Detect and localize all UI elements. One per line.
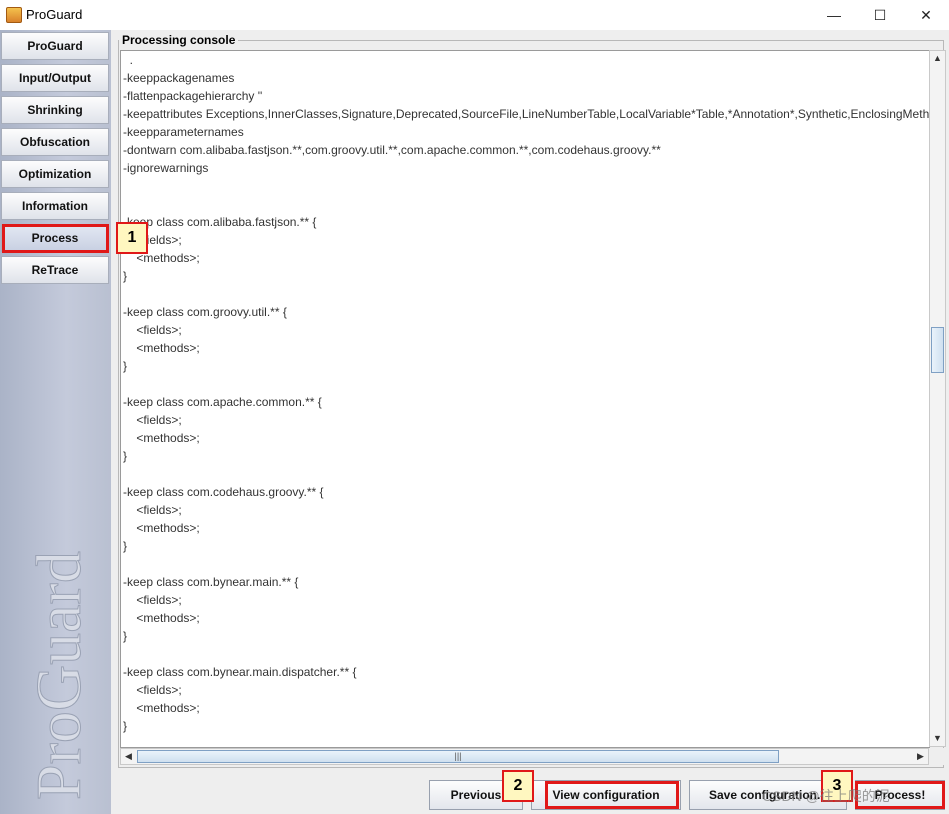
proguard-watermark-logo: ProGuard (23, 551, 95, 801)
console-text: . -keeppackagenames -flattenpackagehiera… (123, 53, 930, 733)
horizontal-scroll-thumb[interactable]: ||| (137, 750, 779, 763)
annotation-highlight-view-configuration (545, 781, 679, 809)
sidebar-item-optimization[interactable]: Optimization (1, 160, 109, 188)
sidebar-item-information[interactable]: Information (1, 192, 109, 220)
sidebar: ProGuard Input/Output Shrinking Obfuscat… (0, 30, 111, 814)
scroll-corner (929, 748, 946, 765)
processing-console[interactable]: . -keeppackagenames -flattenpackagehiera… (120, 50, 930, 748)
processing-console-legend: Processing console (119, 33, 239, 47)
sidebar-item-obfuscation[interactable]: Obfuscation (1, 128, 109, 156)
annotation-badge-2: 2 (502, 770, 534, 802)
title-bar: ProGuard — ☐ ✕ (0, 0, 949, 31)
sidebar-item-proguard[interactable]: ProGuard (1, 32, 109, 60)
scroll-right-icon[interactable]: ▶ (913, 749, 928, 764)
scroll-down-icon[interactable]: ▼ (930, 731, 945, 746)
window-title: ProGuard (26, 7, 83, 22)
maximize-button[interactable]: ☐ (857, 0, 903, 30)
sidebar-item-retrace[interactable]: ReTrace (1, 256, 109, 284)
csdn-watermark: CSDN @往上爬的泥 (762, 788, 890, 804)
vertical-scroll-thumb[interactable] (931, 327, 944, 373)
scroll-left-icon[interactable]: ◀ (121, 749, 136, 764)
close-button[interactable]: ✕ (903, 0, 949, 30)
annotation-highlight-process-tab (2, 224, 109, 253)
vertical-scrollbar[interactable]: ▲ ▼ (929, 50, 946, 747)
app-icon (6, 7, 22, 23)
svg-text:ProGuard: ProGuard (23, 551, 94, 800)
sidebar-item-input-output[interactable]: Input/Output (1, 64, 109, 92)
minimize-button[interactable]: — (811, 0, 857, 30)
sidebar-item-shrinking[interactable]: Shrinking (1, 96, 109, 124)
scroll-up-icon[interactable]: ▲ (930, 51, 945, 66)
annotation-badge-1: 1 (116, 222, 148, 254)
horizontal-scrollbar[interactable]: ◀ ||| ▶ (120, 748, 929, 765)
